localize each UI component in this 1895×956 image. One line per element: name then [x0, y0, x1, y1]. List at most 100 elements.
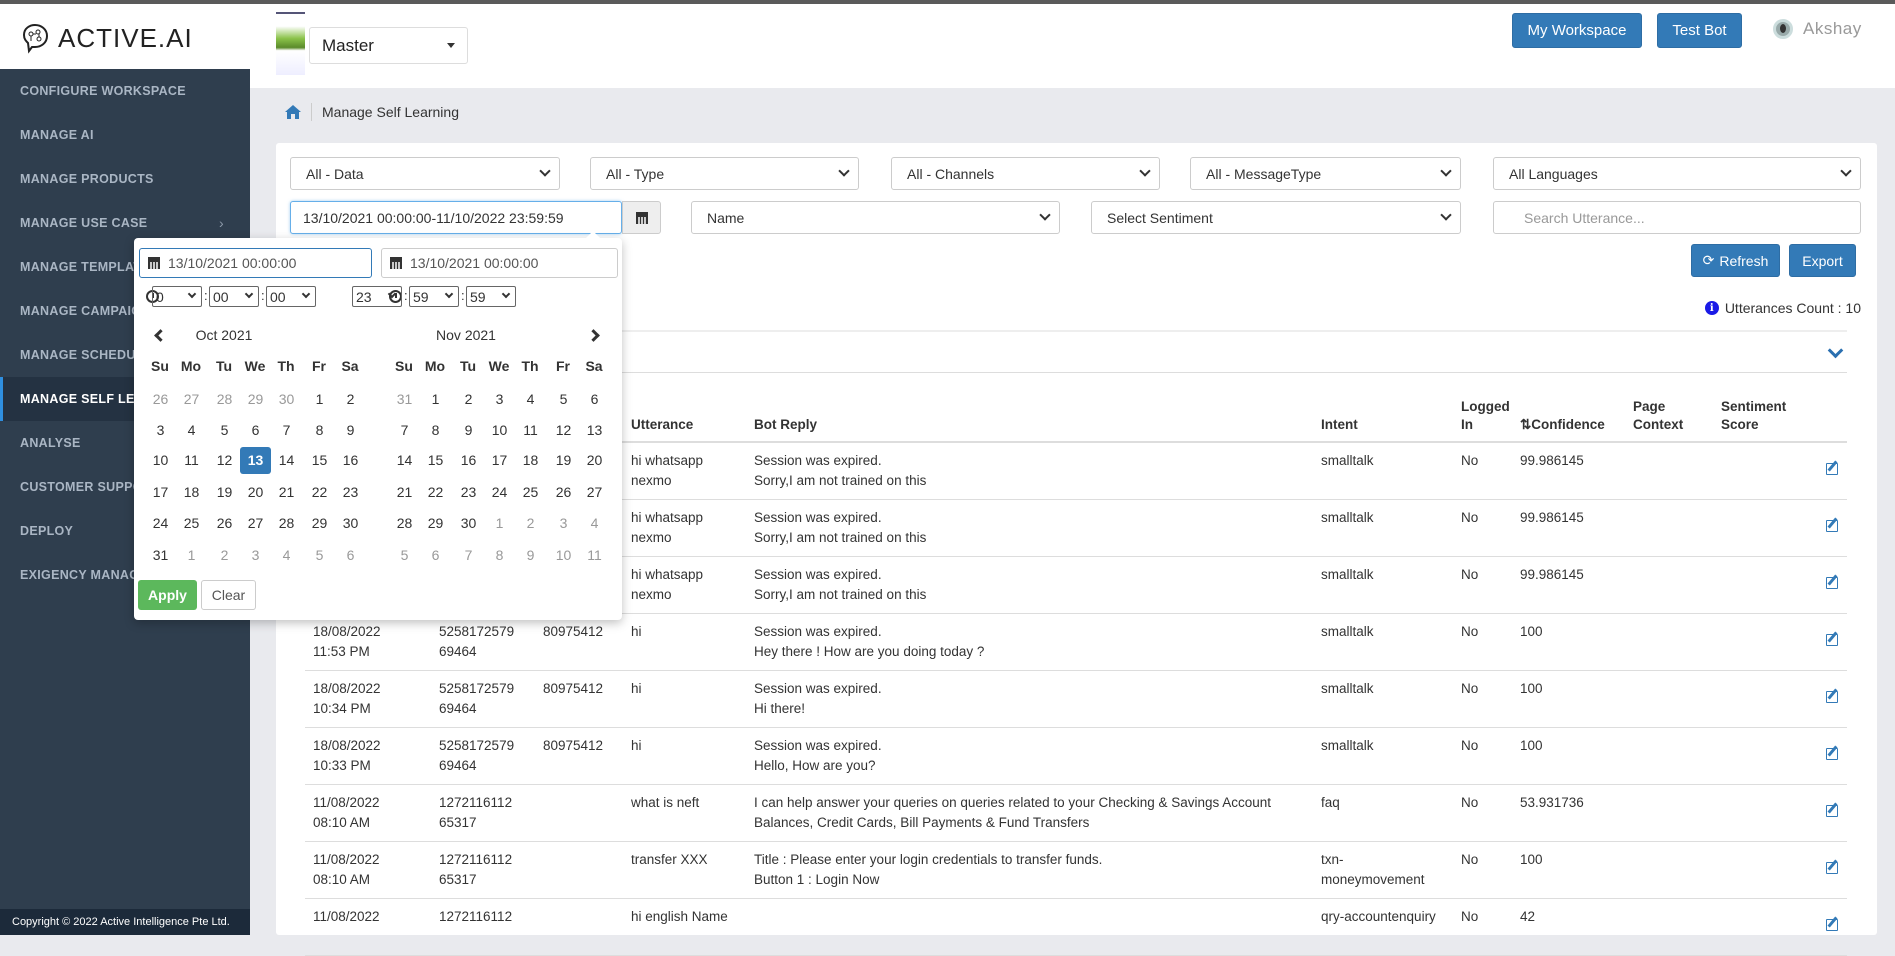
- calendar-day[interactable]: 17: [484, 447, 515, 474]
- calendar-day[interactable]: 6: [420, 542, 451, 569]
- calendar-day[interactable]: 28: [271, 510, 302, 537]
- calendar-day[interactable]: 2: [209, 542, 240, 569]
- end-date-input[interactable]: 13/10/2021 00:00:00: [381, 248, 618, 278]
- name-select[interactable]: Name: [691, 201, 1060, 234]
- column-header[interactable]: Sentiment Score: [1721, 393, 1821, 442]
- column-header[interactable]: ⇅Confidence: [1520, 393, 1630, 442]
- calendar-day[interactable]: 24: [145, 510, 176, 537]
- calendar-day[interactable]: 5: [209, 417, 240, 444]
- calendar-day[interactable]: 9: [335, 417, 366, 444]
- calendar-day[interactable]: 8: [420, 417, 451, 444]
- calendar-day[interactable]: 18: [515, 447, 546, 474]
- calendar-day[interactable]: 4: [515, 386, 546, 413]
- workspace-thumbnail[interactable]: [276, 12, 305, 75]
- calendar-day[interactable]: 31: [389, 386, 420, 413]
- calendar-day[interactable]: 27: [579, 479, 610, 506]
- calendar-day[interactable]: 8: [304, 417, 335, 444]
- my-workspace-button[interactable]: My Workspace: [1512, 13, 1642, 48]
- end-time-select[interactable]: 59: [409, 286, 459, 307]
- column-header[interactable]: Bot Reply: [754, 393, 1314, 442]
- user-menu[interactable]: Akshay: [1773, 19, 1862, 39]
- calendar-day[interactable]: 10: [484, 417, 515, 444]
- search-utterance-input[interactable]: Search Utterance...: [1493, 201, 1861, 234]
- calendar-day[interactable]: 4: [579, 510, 610, 537]
- export-button[interactable]: Export: [1789, 244, 1856, 277]
- workspace-select[interactable]: Master: [309, 27, 468, 64]
- calendar-day[interactable]: 30: [271, 386, 302, 413]
- calendar-day[interactable]: 2: [453, 386, 484, 413]
- calendar-day[interactable]: 7: [389, 417, 420, 444]
- calendar-day[interactable]: 23: [453, 479, 484, 506]
- start-date-input[interactable]: 13/10/2021 00:00:00: [139, 248, 372, 278]
- edit-icon[interactable]: [1826, 577, 1838, 589]
- data-filter-select[interactable]: All - Data: [290, 157, 560, 190]
- calendar-day[interactable]: 28: [209, 386, 240, 413]
- calendar-day[interactable]: 3: [484, 386, 515, 413]
- calendar-day[interactable]: 26: [209, 510, 240, 537]
- calendar-day[interactable]: 8: [484, 542, 515, 569]
- calendar-day[interactable]: 3: [240, 542, 271, 569]
- column-header[interactable]: Logged In: [1461, 393, 1516, 442]
- channels-filter-select[interactable]: All - Channels: [891, 157, 1160, 190]
- calendar-day[interactable]: 26: [145, 386, 176, 413]
- sidebar-item[interactable]: CONFIGURE WORKSPACE: [0, 69, 250, 113]
- languages-filter-select[interactable]: All Languages: [1493, 157, 1861, 190]
- calendar-day[interactable]: 5: [304, 542, 335, 569]
- calendar-day[interactable]: 17: [145, 479, 176, 506]
- calendar-day[interactable]: 11: [515, 417, 546, 444]
- home-icon[interactable]: [285, 105, 301, 119]
- sentiment-select[interactable]: Select Sentiment: [1091, 201, 1461, 234]
- column-header[interactable]: Page Context: [1633, 393, 1718, 442]
- end-time-select[interactable]: 59: [466, 286, 516, 307]
- calendar-day[interactable]: 12: [548, 417, 579, 444]
- calendar-day[interactable]: 16: [453, 447, 484, 474]
- sidebar-item[interactable]: MANAGE PRODUCTS: [0, 157, 250, 201]
- calendar-day[interactable]: 14: [389, 447, 420, 474]
- calendar-day[interactable]: 28: [389, 510, 420, 537]
- calendar-day[interactable]: 2: [335, 386, 366, 413]
- edit-icon[interactable]: [1826, 634, 1838, 646]
- calendar-day[interactable]: 31: [145, 542, 176, 569]
- next-month-icon[interactable]: [587, 329, 600, 342]
- calendar-day[interactable]: 5: [389, 542, 420, 569]
- calendar-day[interactable]: 4: [176, 417, 207, 444]
- calendar-day[interactable]: 3: [145, 417, 176, 444]
- calendar-day[interactable]: 25: [515, 479, 546, 506]
- calendar-day[interactable]: 30: [453, 510, 484, 537]
- edit-icon[interactable]: [1826, 862, 1838, 874]
- column-header[interactable]: Utterance: [631, 393, 749, 442]
- calendar-day[interactable]: 13: [240, 447, 271, 474]
- calendar-day[interactable]: 21: [389, 479, 420, 506]
- refresh-button[interactable]: ⟳ Refresh: [1691, 244, 1780, 277]
- calendar-day[interactable]: 9: [515, 542, 546, 569]
- calendar-day[interactable]: 12: [209, 447, 240, 474]
- calendar-day[interactable]: 13: [579, 417, 610, 444]
- calendar-day[interactable]: 25: [176, 510, 207, 537]
- edit-icon[interactable]: [1826, 919, 1838, 931]
- calendar-day[interactable]: 6: [579, 386, 610, 413]
- calendar-day[interactable]: 1: [484, 510, 515, 537]
- calendar-day[interactable]: 29: [304, 510, 335, 537]
- calendar-day[interactable]: 2: [515, 510, 546, 537]
- calendar-day[interactable]: 19: [209, 479, 240, 506]
- type-filter-select[interactable]: All - Type: [590, 157, 859, 190]
- calendar-day[interactable]: 7: [271, 417, 302, 444]
- start-time-select[interactable]: 00: [266, 286, 316, 307]
- calendar-day[interactable]: 6: [240, 417, 271, 444]
- date-range-input[interactable]: 13/10/2021 00:00:00-11/10/2022 23:59:59: [290, 201, 622, 234]
- calendar-day[interactable]: 10: [145, 447, 176, 474]
- calendar-day[interactable]: 14: [271, 447, 302, 474]
- edit-icon[interactable]: [1826, 748, 1838, 760]
- column-header[interactable]: Intent: [1321, 393, 1456, 442]
- logo[interactable]: ACTIVE.AI: [20, 22, 193, 54]
- edit-icon[interactable]: [1826, 463, 1838, 475]
- calendar-day[interactable]: 1: [420, 386, 451, 413]
- calendar-day[interactable]: 15: [420, 447, 451, 474]
- calendar-day[interactable]: 16: [335, 447, 366, 474]
- test-bot-button[interactable]: Test Bot: [1657, 13, 1742, 48]
- clear-button[interactable]: Clear: [201, 580, 256, 610]
- calendar-day[interactable]: 22: [304, 479, 335, 506]
- start-time-select[interactable]: 0: [152, 286, 202, 307]
- calendar-day[interactable]: 20: [579, 447, 610, 474]
- message-type-filter-select[interactable]: All - MessageType: [1190, 157, 1461, 190]
